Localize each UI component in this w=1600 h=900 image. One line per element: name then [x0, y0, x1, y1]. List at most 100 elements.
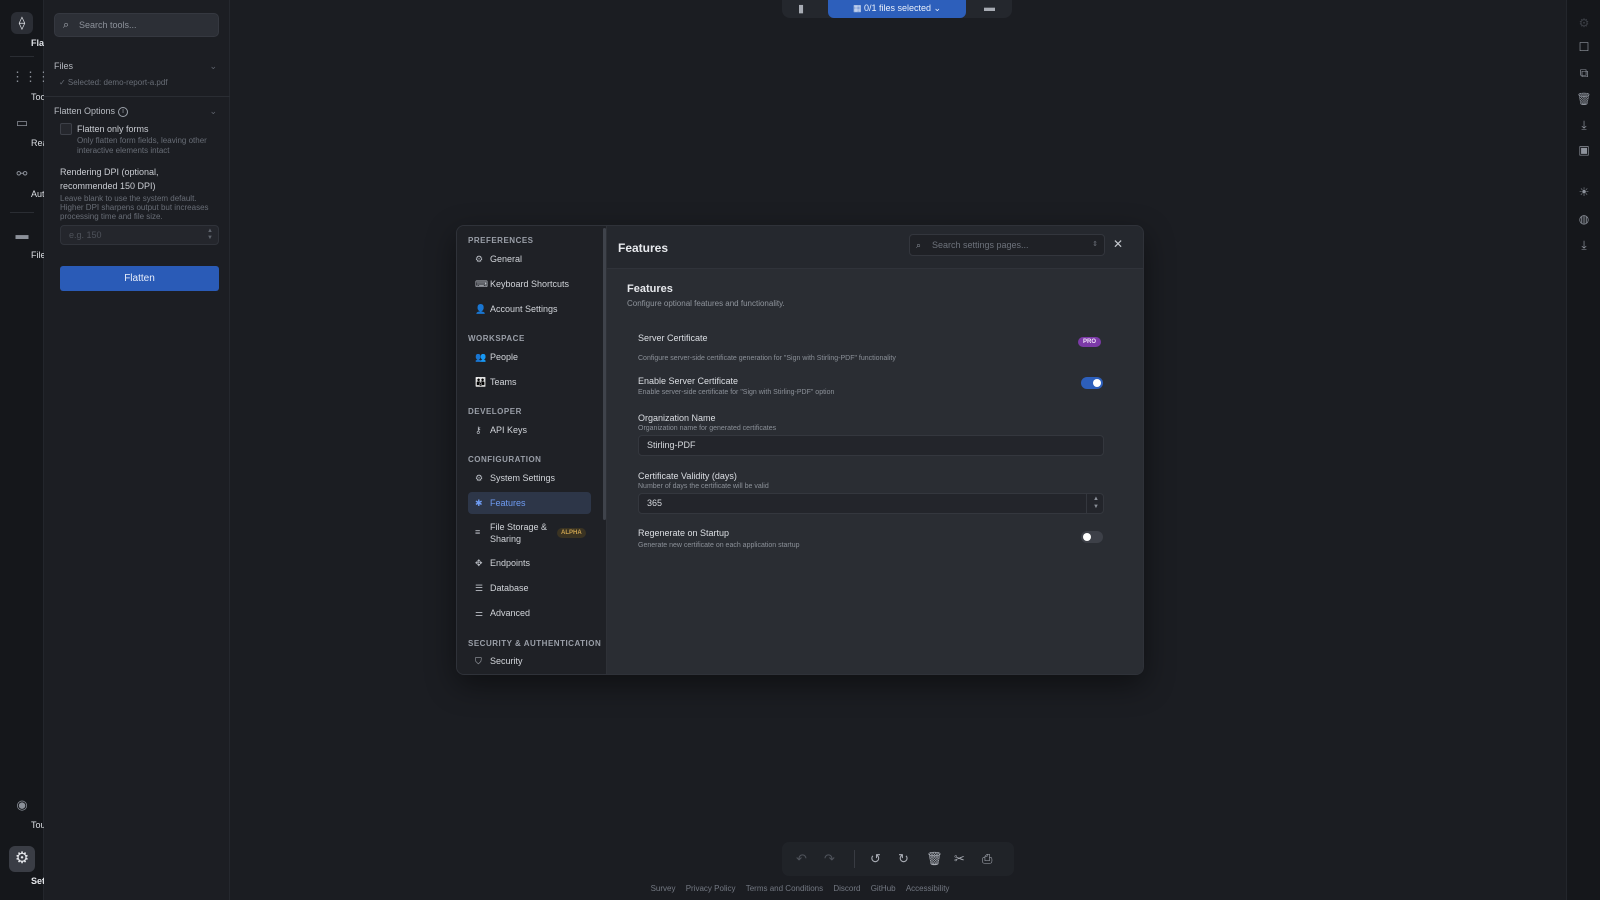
rail-item-reader[interactable]: ▭ Reader	[0, 112, 61, 148]
folder-icon[interactable]: ▬	[984, 2, 995, 14]
trash-icon[interactable]: 🗑	[1567, 92, 1600, 106]
download-icon[interactable]: ⤓	[1567, 118, 1600, 133]
toggle-knob	[1093, 379, 1101, 387]
rotate-left-icon[interactable]: ↺	[870, 851, 881, 867]
dpi-label-1: Rendering DPI (optional,	[60, 167, 159, 177]
trash-icon[interactable]: 🗑	[926, 851, 943, 867]
dpi-input[interactable]: e.g. 150 ▲ ▼	[60, 225, 219, 245]
nav-heading-workspace: WORKSPACE	[468, 334, 525, 343]
alpha-badge: ALPHA	[557, 528, 586, 538]
settings-nav: PREFERENCES ⚙ General ⌨ Keyboard Shortcuts…	[457, 226, 607, 674]
regenerate-toggle[interactable]	[1081, 531, 1103, 543]
rotate-right-icon[interactable]: ↻	[898, 851, 909, 867]
nav-item-keyboard-shortcuts[interactable]: ⌨ Keyboard Shortcuts	[468, 273, 591, 295]
flatten-only-forms-checkbox[interactable]	[60, 123, 72, 135]
files-selected-dropdown[interactable]: ▦ 0/1 files selected ⌄	[828, 0, 966, 18]
search-icon: ⌕	[916, 240, 922, 250]
folder-icon: ▬	[15, 227, 29, 242]
rail-item-settings[interactable]: ⚙ Settings	[0, 846, 67, 886]
footer-link-accessibility[interactable]: Accessibility	[906, 884, 950, 893]
footer-link-terms[interactable]: Terms and Conditions	[746, 884, 823, 893]
teams-icon: 👪	[475, 377, 487, 387]
nav-label-line-1: File Storage &	[490, 522, 548, 532]
endpoints-icon: ✥	[475, 558, 483, 568]
footer-link-github[interactable]: GitHub	[871, 884, 896, 893]
nav-scrollbar[interactable]	[603, 228, 606, 520]
undo-icon[interactable]: ↶	[796, 851, 807, 867]
pro-badge: PRO	[1078, 337, 1102, 347]
regenerate-label: Regenerate on Startup	[638, 528, 730, 538]
nav-item-advanced[interactable]: ⚌ Advanced	[468, 602, 591, 624]
grid-icon: ▦	[852, 3, 864, 13]
rail-item-flatten[interactable]: ⟠ Flatten	[0, 12, 61, 48]
nav-item-system-settings[interactable]: ⚙ System Settings	[468, 467, 591, 489]
enable-cert-toggle[interactable]	[1081, 377, 1103, 389]
nav-label: Security	[490, 656, 523, 666]
search-placeholder: Search tools...	[79, 20, 137, 30]
globe-icon[interactable]: ◍	[1567, 212, 1600, 226]
nav-item-teams[interactable]: 👪 Teams	[468, 371, 591, 393]
settings-content: Features ⌕ Search settings pages... ⇕ ✕ …	[607, 226, 1143, 674]
stepper-divider	[1086, 494, 1087, 513]
nav-item-account-settings[interactable]: 👤 Account Settings	[468, 298, 591, 320]
validity-stepper[interactable]: 365 ▲ ▼	[638, 493, 1104, 514]
flatten-button[interactable]: Flatten	[60, 266, 219, 291]
select-square-icon[interactable]: ☐	[1567, 40, 1600, 54]
nav-label: Endpoints	[490, 558, 531, 568]
footer-link-privacy[interactable]: Privacy Policy	[686, 884, 736, 893]
nav-item-features[interactable]: ✱ Features	[468, 492, 591, 514]
rail-item-files[interactable]: ▬ Files	[0, 224, 51, 260]
nav-item-general[interactable]: ⚙ General	[468, 248, 591, 270]
chevron-down-icon: ⌄	[931, 3, 942, 13]
shield-icon: ⛉	[475, 656, 482, 666]
dpi-label-2: recommended 150 DPI)	[60, 181, 156, 191]
nav-item-security[interactable]: ⛉ Security	[468, 650, 591, 672]
regenerate-desc: Generate new certificate on each applica…	[638, 542, 800, 549]
toolbar-divider	[854, 850, 855, 868]
flatten-options-header[interactable]: Flatten Options i ⌄	[54, 106, 219, 117]
checkbox-desc-1: Only flatten form fields, leaving other	[77, 136, 207, 145]
server-certificate-label: Server Certificate	[638, 333, 708, 343]
rail-item-tours[interactable]: ◉ Tours	[0, 794, 53, 830]
section-divider	[44, 96, 230, 97]
chevron-down-icon: ⌄	[209, 61, 217, 71]
nav-item-database[interactable]: ☰ Database	[468, 577, 591, 599]
footer-link-survey[interactable]: Survey	[651, 884, 676, 893]
chevron-down-icon: ⌄	[209, 106, 217, 116]
dpi-placeholder: e.g. 150	[69, 230, 102, 240]
validity-value: 365	[647, 498, 663, 508]
footer-link-discord[interactable]: Discord	[833, 884, 860, 893]
files-section-header[interactable]: Files ⌄	[54, 61, 219, 71]
nav-heading-developer: DEVELOPER	[468, 407, 522, 416]
print-icon[interactable]: ⎙	[982, 851, 992, 867]
settings-search-input[interactable]: ⌕ Search settings pages... ⇕	[909, 234, 1105, 256]
gear-icon: ⚙	[475, 254, 484, 264]
save-icon[interactable]: ▣	[1567, 143, 1600, 157]
sun-icon[interactable]: ☀	[1567, 185, 1600, 199]
automate-icon: ⚯	[16, 166, 28, 181]
scissors-icon[interactable]: ✂	[954, 851, 965, 867]
redo-icon[interactable]: ↷	[824, 851, 835, 867]
info-icon[interactable]: i	[118, 106, 129, 117]
rail-item-tools[interactable]: ⋮⋮⋮ Tools	[0, 66, 52, 102]
nav-label-line-2: Sharing	[490, 534, 522, 544]
download-icon[interactable]: ⤓	[1567, 238, 1600, 253]
stepper-icon[interactable]: ▲ ▼	[1093, 495, 1099, 511]
validity-desc: Number of days the certificate will be v…	[638, 483, 769, 490]
chevron-updown-icon: ⇕	[1092, 241, 1098, 248]
gear-icon: ⚙	[475, 473, 484, 483]
rail-item-automate[interactable]: ⚯ Automate	[0, 163, 70, 199]
puzzle-icon: ✱	[475, 498, 483, 508]
file-icon[interactable]: ▮	[798, 2, 804, 15]
close-icon[interactable]: ✕	[1113, 237, 1123, 251]
nav-item-api-keys[interactable]: ⚷ API Keys	[468, 419, 591, 441]
search-tools-input[interactable]: ⌕ Search tools...	[54, 13, 219, 37]
nav-item-file-storage[interactable]: ≡ File Storage & Sharing ALPHA	[468, 517, 591, 547]
stepper-icon[interactable]: ▲ ▼	[207, 228, 213, 242]
image-select-icon[interactable]: ⧉	[1567, 66, 1600, 81]
org-name-field[interactable]: Stirling-PDF	[638, 435, 1104, 456]
book-icon: ▭	[15, 115, 29, 130]
enable-cert-label: Enable Server Certificate	[638, 376, 739, 386]
nav-item-people[interactable]: 👥 People	[468, 346, 591, 368]
nav-item-endpoints[interactable]: ✥ Endpoints	[468, 552, 591, 574]
